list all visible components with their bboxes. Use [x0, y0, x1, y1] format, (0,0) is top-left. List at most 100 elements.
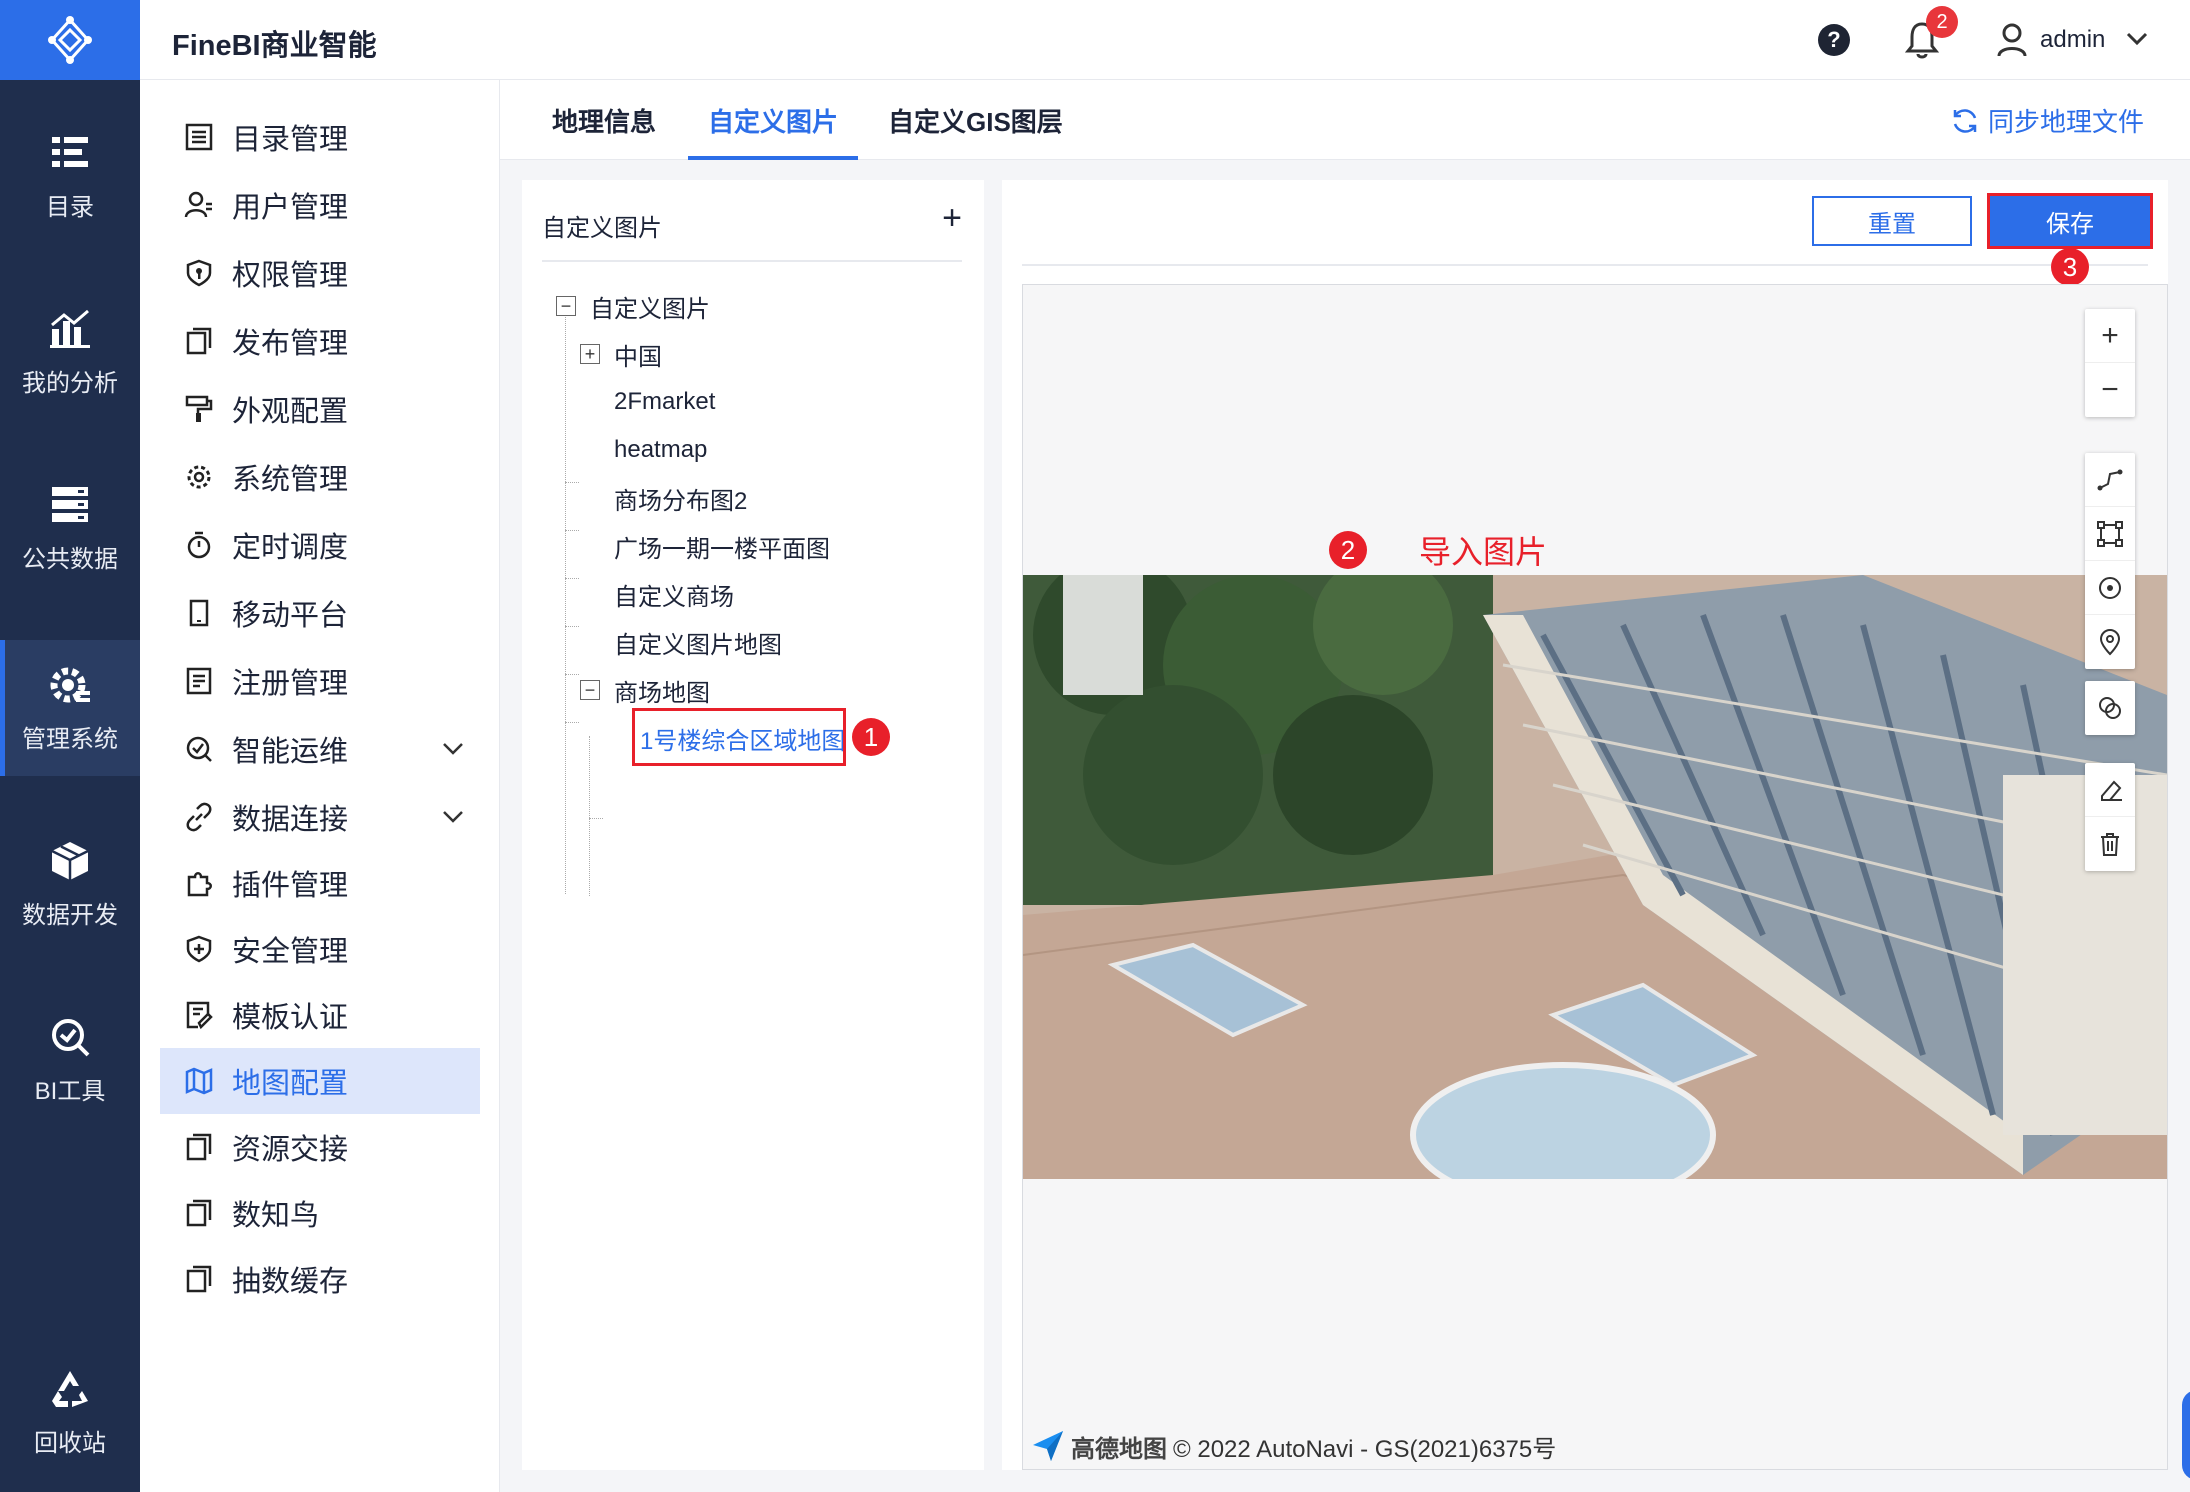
- username[interactable]: admin: [2040, 26, 2105, 54]
- subnav-label: 地图配置: [232, 1068, 349, 1100]
- data-dev-icon: [51, 841, 89, 880]
- subnav-item-smart-ops[interactable]: 智能运维: [160, 716, 480, 782]
- subnav-item-shuzhiniao[interactable]: 数知鸟: [160, 1180, 480, 1246]
- ops-icon: [186, 736, 212, 762]
- draw-marker-button[interactable]: [2085, 615, 2135, 669]
- plus-icon: +: [2101, 318, 2119, 352]
- rail-item-data-dev[interactable]: 数据开发: [0, 816, 140, 952]
- subnav-item-resource-handover[interactable]: 资源交接: [160, 1114, 480, 1180]
- rectangle-icon: [2097, 520, 2123, 547]
- top-header: FineBI商业智能 ? 2 admin: [140, 0, 2190, 80]
- collapse-icon[interactable]: −: [556, 296, 576, 316]
- help-icon[interactable]: ?: [1818, 24, 1850, 56]
- trash-icon: [2101, 833, 2119, 856]
- rail-item-recycle[interactable]: 回收站: [0, 1344, 140, 1480]
- rail-label: 管理系统: [22, 725, 118, 753]
- subnav-item-system-mgmt[interactable]: 系统管理: [160, 444, 480, 510]
- rail-item-catalog[interactable]: 目录: [0, 108, 140, 244]
- subnav-item-map-config[interactable]: 地图配置: [160, 1048, 480, 1114]
- location-pin-icon: [2099, 629, 2121, 656]
- edit-button[interactable]: [2085, 763, 2135, 817]
- draw-line-button[interactable]: [2085, 453, 2135, 507]
- subnav-label: 模板认证: [232, 1002, 349, 1034]
- tree-node-label: 自定义图片: [590, 295, 710, 323]
- subnav-item-user-mgmt[interactable]: 用户管理: [160, 172, 480, 238]
- tree-node-label: 广场一期一楼平面图: [614, 535, 830, 563]
- rail-item-public-data[interactable]: 公共数据: [0, 460, 140, 596]
- user-icon[interactable]: [1996, 22, 2028, 58]
- subnav-item-extract-cache[interactable]: 抽数缓存: [160, 1246, 480, 1312]
- subnav-item-template-cert[interactable]: 模板认证: [160, 982, 480, 1048]
- tree-node[interactable]: 2Fmarket: [614, 382, 715, 422]
- subnav-item-publish-mgmt[interactable]: 发布管理: [160, 308, 480, 374]
- subnav-label: 数据连接: [232, 804, 349, 836]
- subnav-item-registration[interactable]: 注册管理: [160, 648, 480, 714]
- draw-rectangle-button[interactable]: [2085, 507, 2135, 561]
- reset-button[interactable]: 重置: [1812, 196, 1972, 246]
- delete-button[interactable]: [2085, 817, 2135, 871]
- subnav-item-data-connection[interactable]: 数据连接: [160, 784, 480, 850]
- add-icon[interactable]: +: [942, 200, 962, 236]
- tree-node[interactable]: − 商场地图: [580, 670, 710, 710]
- subnav-label: 插件管理: [232, 870, 349, 902]
- subnav-label: 定时调度: [232, 532, 349, 564]
- step-marker: 2: [1329, 531, 1367, 569]
- tab-bar: 地理信息 自定义图片 自定义GIS图层 同步地理文件: [500, 80, 2190, 160]
- tab-custom-image[interactable]: 自定义图片: [687, 80, 859, 160]
- overlap-icon: [2099, 697, 2121, 719]
- tree-node[interactable]: 商场分布图2: [614, 478, 747, 518]
- zoom-out-button[interactable]: −: [2085, 363, 2135, 417]
- tree-guide-line: [565, 722, 579, 723]
- image-editor-panel: 重置 保存 3 2 导入图片 + − 高德地图 © 2022 AutoNavi …: [1002, 180, 2168, 1470]
- tab-custom-gis-layer[interactable]: 自定义GIS图层: [888, 80, 1063, 160]
- subnav-item-appearance[interactable]: 外观配置: [160, 376, 480, 442]
- mobile-icon: [189, 599, 209, 627]
- tree-node-root[interactable]: − 自定义图片: [556, 286, 710, 326]
- collapse-icon[interactable]: −: [580, 680, 600, 700]
- tree-node[interactable]: 广场一期一楼平面图: [614, 526, 830, 566]
- side-panel-handle[interactable]: [2182, 1390, 2190, 1480]
- map-canvas[interactable]: 2 导入图片 + − 高德地图 © 2022 AutoNavi - GS(202…: [1022, 284, 2168, 1470]
- zoom-controls: + −: [2085, 309, 2135, 417]
- copy-icon: [186, 1133, 212, 1161]
- rail-item-bi-tools[interactable]: BI工具: [0, 992, 140, 1128]
- subnav-item-plugins[interactable]: 插件管理: [160, 850, 480, 916]
- draw-circle-button[interactable]: [2085, 561, 2135, 615]
- subnav-item-catalog-mgmt[interactable]: 目录管理: [160, 104, 480, 170]
- tree-guide-line: [565, 578, 579, 579]
- rail-label: BI工具: [34, 1077, 106, 1105]
- subnav-label: 安全管理: [232, 936, 349, 968]
- rail-label: 目录: [46, 193, 94, 221]
- copy-icon: [186, 1265, 212, 1293]
- subnav-item-permission-mgmt[interactable]: 权限管理: [160, 240, 480, 306]
- image-tree-panel: 自定义图片 + − 自定义图片 + 中国 2Fmarket heatmap 商场…: [522, 180, 984, 1470]
- subnav-label: 注册管理: [232, 668, 349, 700]
- tab-geo-info[interactable]: 地理信息: [552, 80, 656, 160]
- app-logo[interactable]: [0, 0, 140, 80]
- tree-guide-line: [565, 626, 579, 627]
- subnav-item-mobile[interactable]: 移动平台: [160, 580, 480, 646]
- tree-node[interactable]: 自定义图片地图: [614, 622, 782, 662]
- chevron-down-icon[interactable]: [2124, 26, 2150, 52]
- overlap-button[interactable]: [2085, 681, 2135, 735]
- copy-icon: [186, 1199, 212, 1227]
- zoom-in-button[interactable]: +: [2085, 309, 2135, 363]
- link-icon: [186, 802, 212, 832]
- edit-tools: [2085, 763, 2135, 871]
- expand-icon[interactable]: +: [580, 344, 600, 364]
- rail-item-analysis[interactable]: 我的分析: [0, 284, 140, 420]
- tree-node[interactable]: + 中国: [580, 334, 662, 374]
- sync-geo-files-link[interactable]: 同步地理文件: [1950, 102, 2144, 139]
- tree-panel-header: 自定义图片 +: [542, 180, 962, 262]
- tree-node[interactable]: 自定义商场: [614, 574, 734, 614]
- subnav-item-schedule[interactable]: 定时调度: [160, 512, 480, 578]
- subnav-label: 智能运维: [232, 736, 349, 768]
- chevron-down-icon: [443, 743, 463, 755]
- analysis-icon: [50, 309, 90, 348]
- logo-icon: [48, 16, 92, 64]
- subnav-item-security[interactable]: 安全管理: [160, 916, 480, 982]
- import-image-label: 导入图片: [1419, 534, 1548, 570]
- rail-item-system[interactable]: 管理系统: [0, 640, 140, 776]
- main-content: 地理信息 自定义图片 自定义GIS图层 同步地理文件 自定义图片 + − 自定义…: [500, 80, 2190, 1492]
- tree-node[interactable]: heatmap: [614, 430, 707, 470]
